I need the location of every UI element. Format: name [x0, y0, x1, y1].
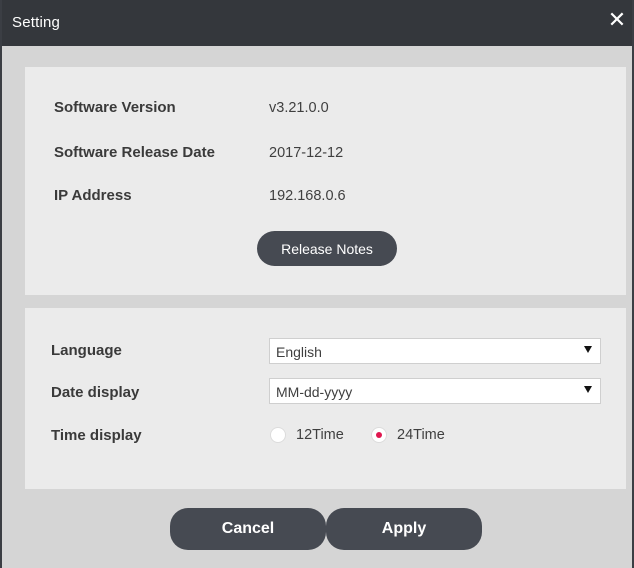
- dialog-title: Setting: [12, 14, 61, 31]
- radio-24time-label: 24Time: [397, 427, 445, 443]
- radio-24time-button[interactable]: [371, 427, 387, 443]
- radio-selected-dot: [376, 432, 382, 438]
- language-selected-value: English: [276, 344, 322, 360]
- software-version-label: Software Version: [54, 99, 176, 116]
- apply-button[interactable]: Apply: [326, 508, 482, 550]
- display-settings-panel: Language English Date display MM-dd-yyyy…: [25, 308, 626, 489]
- chevron-down-icon: [584, 386, 592, 393]
- settings-dialog: Setting ✕ Software Version v3.21.0.0 Sof…: [0, 0, 634, 568]
- release-date-value: 2017-12-12: [269, 145, 344, 161]
- radio-24time[interactable]: 24Time: [371, 426, 457, 446]
- radio-12time[interactable]: 12Time: [270, 426, 356, 446]
- ip-address-value: 192.168.0.6: [269, 188, 346, 204]
- radio-12time-button[interactable]: [270, 427, 286, 443]
- software-info-panel: Software Version v3.21.0.0 Software Rele…: [25, 67, 626, 295]
- cancel-button[interactable]: Cancel: [170, 508, 326, 550]
- release-notes-button[interactable]: Release Notes: [257, 231, 397, 266]
- release-date-label: Software Release Date: [54, 144, 215, 161]
- software-version-value: v3.21.0.0: [269, 100, 329, 116]
- language-select[interactable]: English: [269, 338, 601, 364]
- close-icon[interactable]: ✕: [606, 9, 628, 33]
- time-display-label: Time display: [51, 427, 142, 444]
- title-bar: Setting ✕: [2, 0, 632, 46]
- date-display-selected-value: MM-dd-yyyy: [276, 384, 353, 400]
- date-display-label: Date display: [51, 384, 140, 401]
- language-label: Language: [51, 342, 122, 359]
- chevron-down-icon: [584, 346, 592, 353]
- radio-12time-label: 12Time: [296, 427, 344, 443]
- date-display-select[interactable]: MM-dd-yyyy: [269, 378, 601, 404]
- ip-address-label: IP Address: [54, 187, 132, 204]
